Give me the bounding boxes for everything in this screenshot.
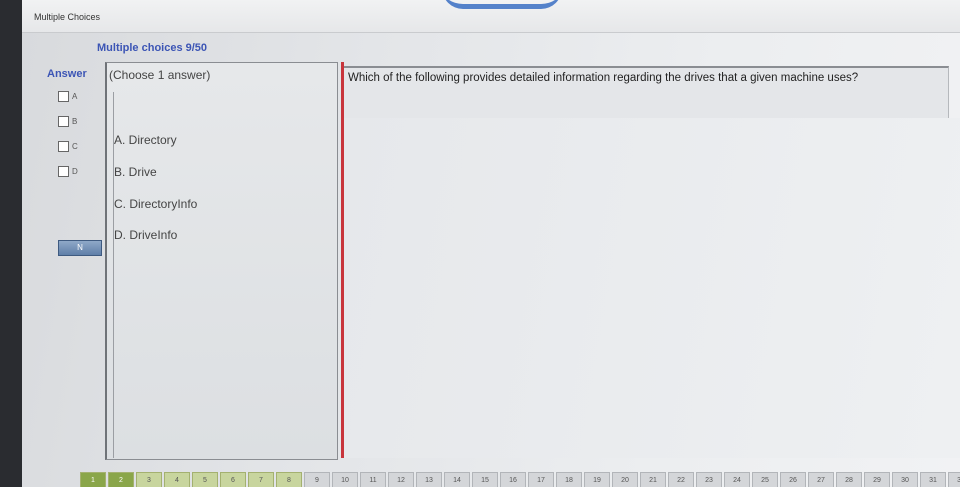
page-button[interactable]: 28 [836, 472, 862, 487]
page-button[interactable]: 24 [724, 472, 750, 487]
page-button[interactable]: 8 [276, 472, 302, 487]
answer-option-b[interactable]: B [58, 116, 77, 127]
title-bar: Multiple Choices [22, 0, 960, 33]
option-letter: A [72, 92, 78, 101]
quiz-window: Multiple Choices Multiple choices 9/50 A… [22, 0, 960, 487]
choices-panel [105, 62, 338, 460]
choice-c: C. DirectoryInfo [114, 197, 198, 211]
page-button[interactable]: 15 [472, 472, 498, 487]
page-button[interactable]: 9 [304, 472, 330, 487]
checkbox-icon[interactable] [58, 141, 69, 152]
checkbox-icon[interactable] [58, 116, 69, 127]
choice-a: A. Directory [114, 133, 177, 147]
page-button[interactable]: 13 [416, 472, 442, 487]
option-letter: B [72, 117, 78, 126]
page-button[interactable]: 30 [892, 472, 918, 487]
question-text: Which of the following provides detailed… [348, 72, 859, 84]
page-button[interactable]: 21 [640, 472, 666, 487]
answer-label: Answer [47, 68, 87, 80]
choice-b: B. Drive [114, 165, 157, 179]
page-button[interactable]: 26 [780, 472, 806, 487]
answer-option-a[interactable]: A [58, 91, 77, 102]
option-letter: C [72, 142, 78, 151]
page-button[interactable]: 6 [220, 472, 246, 487]
page-button[interactable]: 7 [248, 472, 274, 487]
page-button[interactable]: 18 [556, 472, 582, 487]
page-button[interactable]: 10 [332, 472, 358, 487]
page-button[interactable]: 23 [696, 472, 722, 487]
page-button[interactable]: 19 [584, 472, 610, 487]
pagination-bar: 1 2 3 4 5 6 7 8 9 10 11 12 13 14 15 16 17 18 19 20 21 22 23 24 2… [80, 472, 960, 487]
page-button[interactable]: 17 [528, 472, 554, 487]
page-button[interactable]: 11 [360, 472, 386, 487]
page-button[interactable]: 20 [612, 472, 638, 487]
page-button[interactable]: 4 [164, 472, 190, 487]
option-letter: D [72, 167, 78, 176]
checkbox-icon[interactable] [58, 91, 69, 102]
choice-d: D. DriveInfo [114, 228, 178, 242]
page-button[interactable]: 25 [752, 472, 778, 487]
checkbox-icon[interactable] [58, 166, 69, 177]
page-button[interactable]: 2 [108, 472, 134, 487]
page-button[interactable]: 27 [808, 472, 834, 487]
choose-instruction: (Choose 1 answer) [109, 68, 211, 82]
next-button[interactable]: N [58, 240, 102, 256]
page-button[interactable]: 22 [668, 472, 694, 487]
page-button[interactable]: 31 [920, 472, 946, 487]
answer-option-d[interactable]: D [58, 166, 78, 177]
content-area [344, 118, 960, 458]
page-button[interactable]: 29 [864, 472, 890, 487]
page-button[interactable]: 14 [444, 472, 470, 487]
page-button[interactable]: 3 [136, 472, 162, 487]
section-title: Multiple choices 9/50 [97, 42, 208, 54]
logo-icon [442, 0, 562, 9]
question-box: Which of the following provides detailed… [344, 66, 949, 118]
page-button[interactable]: 16 [500, 472, 526, 487]
page-button[interactable]: 5 [192, 472, 218, 487]
page-button[interactable]: 32 [948, 472, 960, 487]
page-button[interactable]: 12 [388, 472, 414, 487]
window-title: Multiple Choices [34, 12, 101, 22]
page-button[interactable]: 1 [80, 472, 106, 487]
answer-option-c[interactable]: C [58, 141, 78, 152]
